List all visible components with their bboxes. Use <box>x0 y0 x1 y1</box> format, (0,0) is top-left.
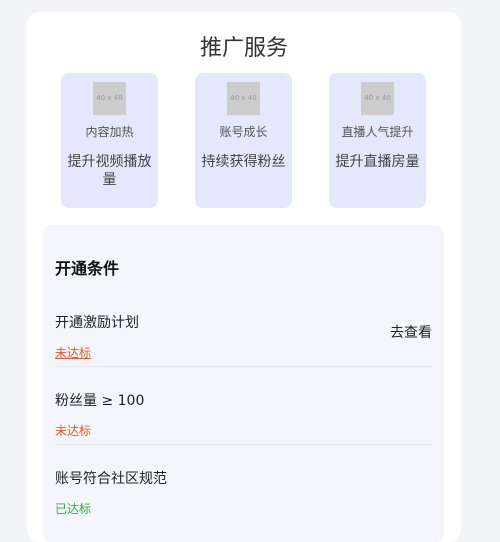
condition-status-badge: 未达标 <box>55 424 92 438</box>
page-title: 推广服务 <box>199 36 288 61</box>
conditions-title: 开通条件 <box>55 259 120 278</box>
image-placeholder-icon: 40 x 40 <box>93 82 126 115</box>
service-card-live-popularity[interactable]: 40 x 40 直播人气提升 提升直播房量 <box>329 73 426 208</box>
service-description: 持续获得粉丝 <box>201 154 286 170</box>
divider <box>55 366 432 367</box>
condition-label: 账号符合社区规范 <box>55 471 167 487</box>
service-name: 直播人气提升 <box>341 125 414 139</box>
go-view-link[interactable]: 去查看 <box>390 322 432 342</box>
promotion-panel: 推广服务 40 x 40 内容加热 提升视频播放量 40 x 40 账号成长 持… <box>27 12 461 542</box>
conditions-section: 开通条件 开通激励计划 去查看 未达标 粉丝量 ≥ 100 未达标 账号符合社区… <box>43 225 444 542</box>
service-card-content-boost[interactable]: 40 x 40 内容加热 提升视频播放量 <box>61 73 158 208</box>
divider <box>55 444 432 445</box>
condition-label: 粉丝量 ≥ 100 <box>55 393 145 409</box>
service-name: 账号成长 <box>219 125 268 139</box>
condition-label: 开通激励计划 <box>55 315 139 331</box>
service-card-account-growth[interactable]: 40 x 40 账号成长 持续获得粉丝 <box>195 73 292 208</box>
condition-status-badge: 已达标 <box>55 502 92 516</box>
service-description: 提升视频播放量 <box>67 154 152 188</box>
image-placeholder-icon: 40 x 40 <box>361 82 394 115</box>
service-description: 提升直播房量 <box>335 154 420 170</box>
service-name: 内容加热 <box>85 125 134 139</box>
image-placeholder-icon: 40 x 40 <box>227 82 260 115</box>
condition-status-badge[interactable]: 未达标 <box>55 344 91 361</box>
